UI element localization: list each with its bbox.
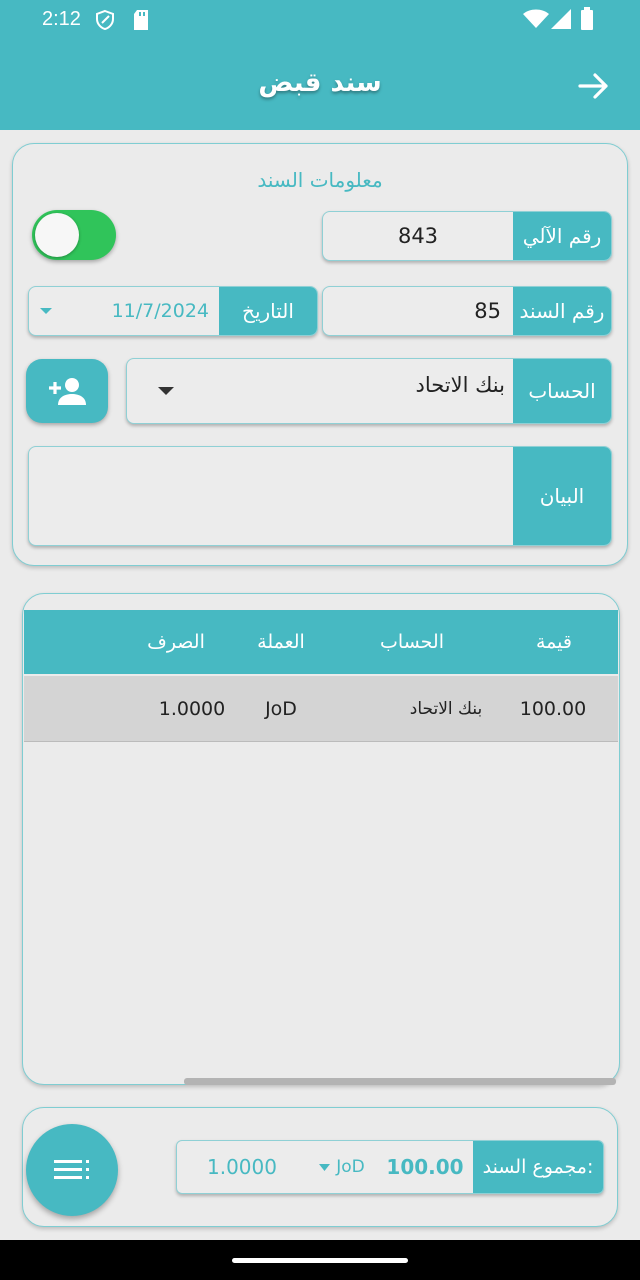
list-menu-icon bbox=[54, 1160, 89, 1179]
auto-number-field: 843 رقم الآلي bbox=[322, 211, 612, 261]
menu-button[interactable] bbox=[26, 1124, 118, 1216]
cell-account: بنك الاتحاد bbox=[409, 698, 483, 719]
toggle-knob bbox=[35, 213, 79, 257]
voucher-number-label: رقم السند bbox=[513, 287, 611, 335]
column-header-account: الحساب bbox=[380, 631, 444, 653]
arrow-forward-icon[interactable] bbox=[576, 70, 612, 102]
account-value: بنك الاتحاد bbox=[415, 373, 505, 397]
column-header-rate: الصرف bbox=[147, 631, 205, 653]
add-person-icon bbox=[49, 378, 86, 405]
column-header-value: قيمة bbox=[536, 631, 572, 653]
column-header-currency: العملة bbox=[257, 631, 305, 653]
signal-icon bbox=[551, 9, 571, 29]
home-handle[interactable] bbox=[232, 1258, 408, 1263]
section-title: معلومات السند bbox=[257, 168, 383, 192]
total-currency-select[interactable]: JoD bbox=[307, 1141, 377, 1193]
page-title: سند قبض bbox=[258, 68, 382, 98]
auto-number-label: رقم الآلي bbox=[513, 212, 611, 260]
description-input[interactable] bbox=[29, 447, 513, 545]
voucher-number-input[interactable]: 85 bbox=[323, 287, 513, 335]
total-value-area: 100.00 bbox=[377, 1141, 473, 1193]
total-rate: 1.0000 bbox=[207, 1155, 277, 1179]
add-account-button[interactable] bbox=[26, 359, 108, 423]
voucher-number-field[interactable]: 85 رقم السند bbox=[322, 286, 612, 336]
voucher-total: 1.0000 JoD 100.00 مجموع السند: bbox=[176, 1140, 604, 1194]
description-label: البيان bbox=[513, 447, 611, 545]
date-label: التاريخ bbox=[219, 287, 317, 335]
dropdown-arrow-icon bbox=[158, 387, 174, 395]
table-header: قيمة الحساب العملة الصرف bbox=[24, 610, 618, 674]
account-select[interactable]: بنك الاتحاد bbox=[127, 359, 513, 423]
total-currency: JoD bbox=[336, 1157, 365, 1177]
wifi-icon bbox=[523, 9, 549, 28]
cell-value: 100.00 bbox=[519, 697, 587, 720]
system-nav-bar bbox=[0, 1240, 640, 1280]
total-label: مجموع السند: bbox=[473, 1141, 603, 1193]
table-row[interactable]: 100.00 بنك الاتحاد JoD 1.0000 bbox=[24, 676, 618, 742]
date-field[interactable]: 11/7/2024 التاريخ bbox=[28, 286, 318, 336]
shield-icon bbox=[96, 9, 114, 31]
horizontal-scrollbar[interactable] bbox=[184, 1078, 616, 1085]
status-bar: 2:12 bbox=[0, 0, 640, 40]
auto-number-value: 843 bbox=[397, 224, 439, 248]
date-value: 11/7/2024 bbox=[111, 300, 209, 322]
total-rate-area: 1.0000 bbox=[177, 1141, 307, 1193]
description-field[interactable]: البيان bbox=[28, 446, 612, 546]
sd-card-icon bbox=[134, 10, 148, 30]
app-bar: سند قبض bbox=[0, 40, 640, 130]
cell-rate: 1.0000 bbox=[158, 697, 226, 720]
date-picker[interactable]: 11/7/2024 bbox=[29, 287, 219, 335]
auto-number-toggle[interactable] bbox=[32, 210, 116, 260]
total-value: 100.00 bbox=[386, 1155, 464, 1179]
battery-icon bbox=[581, 7, 593, 30]
status-time: 2:12 bbox=[42, 8, 81, 30]
account-field[interactable]: بنك الاتحاد الحساب bbox=[126, 358, 612, 424]
account-label: الحساب bbox=[513, 359, 611, 423]
cell-currency: JoD bbox=[265, 697, 297, 720]
dropdown-arrow-icon bbox=[319, 1163, 331, 1171]
dropdown-arrow-icon bbox=[40, 308, 52, 314]
